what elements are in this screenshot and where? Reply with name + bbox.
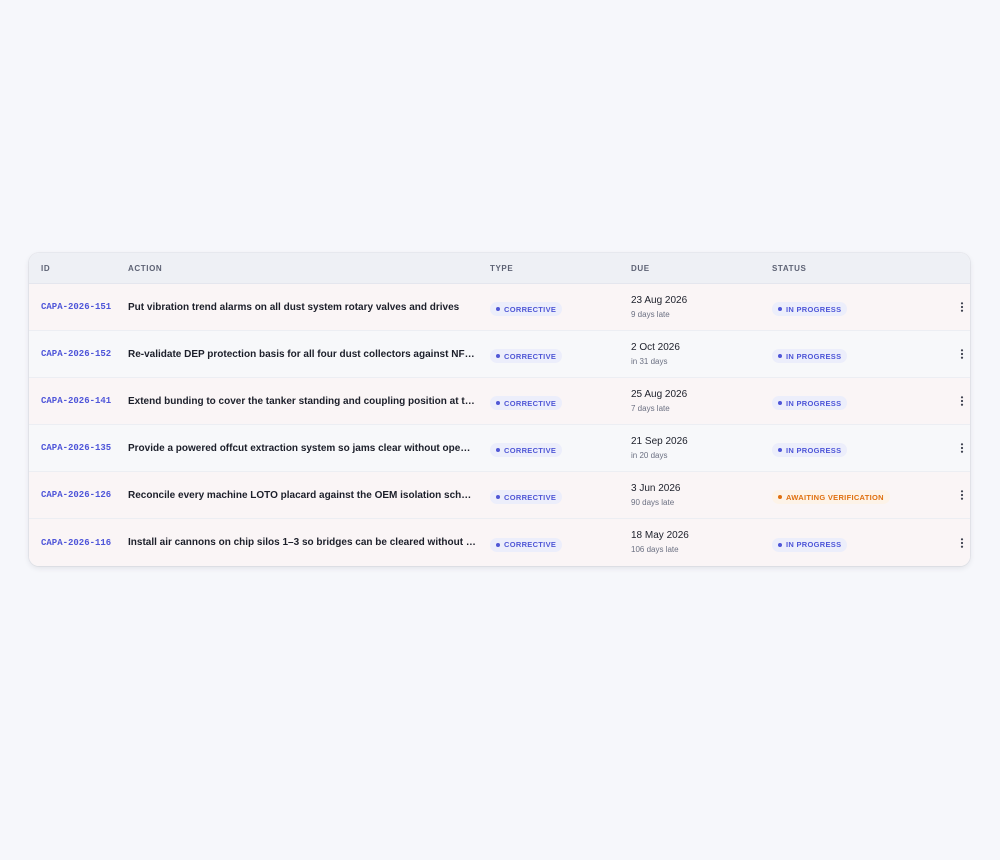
due-date: 23 Aug 2026 <box>631 294 688 306</box>
column-header-id[interactable]: ID <box>41 264 128 273</box>
due-cell: 23 Aug 2026 9 days late <box>631 294 772 321</box>
more-vertical-icon <box>960 396 964 406</box>
action-text: Provide a powered offcut extraction syst… <box>128 442 490 454</box>
due-date: 21 Sep 2026 <box>631 435 688 447</box>
type-badge: CORRECTIVE <box>490 396 563 410</box>
due-date: 25 Aug 2026 <box>631 388 688 400</box>
type-badge: CORRECTIVE <box>490 443 563 457</box>
more-vertical-icon <box>960 349 964 359</box>
due-cell: 2 Oct 2026 in 31 days <box>631 341 772 368</box>
status-label: IN PROGRESS <box>786 445 842 455</box>
column-header-type[interactable]: TYPE <box>490 264 631 273</box>
status-label: IN PROGRESS <box>786 304 842 314</box>
type-dot <box>496 354 500 358</box>
type-dot <box>496 542 500 547</box>
type-badge: CORRECTIVE <box>490 490 563 504</box>
table-row[interactable]: CAPA-2026-141 Extend bunding to cover th… <box>29 378 970 425</box>
status-dot <box>778 495 782 499</box>
type-badge: CORRECTIVE <box>490 349 563 363</box>
type-label: CORRECTIVE <box>504 398 557 408</box>
type-dot <box>496 495 500 499</box>
status-badge: IN PROGRESS <box>772 302 848 316</box>
table-row[interactable]: CAPA-2026-116 Install air cannons on chi… <box>29 519 970 566</box>
type-dot <box>496 401 500 405</box>
row-menu-button[interactable] <box>942 349 970 359</box>
capa-id-link[interactable]: CAPA-2026-152 <box>41 349 128 359</box>
due-note: 106 days late <box>631 545 679 554</box>
capa-id-link[interactable]: CAPA-2026-116 <box>41 538 128 548</box>
action-text: Re-validate DEP protection basis for all… <box>128 348 490 360</box>
type-label: CORRECTIVE <box>504 492 557 502</box>
type-badge: CORRECTIVE <box>490 537 563 552</box>
action-text: Extend bunding to cover the tanker stand… <box>128 395 490 407</box>
row-menu-button[interactable] <box>942 490 970 500</box>
action-text: Put vibration trend alarms on all dust s… <box>128 301 460 313</box>
status-label: IN PROGRESS <box>786 540 842 549</box>
row-menu-button[interactable] <box>942 443 970 453</box>
table-row[interactable]: CAPA-2026-152 Re-validate DEP protection… <box>29 331 970 378</box>
due-cell: 18 May 2026 106 days late <box>631 529 772 556</box>
table-header: ID ACTION TYPE DUE STATUS <box>29 253 970 284</box>
due-note: 7 days late <box>631 403 670 413</box>
status-badge: AWAITING VERIFICATION <box>772 490 890 504</box>
due-cell: 21 Sep 2026 in 20 days <box>631 435 772 462</box>
status-dot <box>778 542 782 547</box>
action-text: Reconcile every machine LOTO placard aga… <box>128 489 490 501</box>
more-vertical-icon <box>960 302 964 312</box>
status-label: IN PROGRESS <box>786 398 842 408</box>
due-note: in 31 days <box>631 356 668 366</box>
status-dot <box>778 354 782 358</box>
due-note: 9 days late <box>631 309 670 319</box>
more-vertical-icon <box>960 490 964 500</box>
status-badge: IN PROGRESS <box>772 537 848 552</box>
capa-id-link[interactable]: CAPA-2026-135 <box>41 443 128 453</box>
column-header-action[interactable]: ACTION <box>128 264 490 273</box>
capa-table: ID ACTION TYPE DUE STATUS CAPA-2026-151 … <box>29 253 970 566</box>
due-cell: 3 Jun 2026 90 days late <box>631 482 772 509</box>
type-badge: CORRECTIVE <box>490 302 563 316</box>
more-vertical-icon <box>960 443 964 453</box>
table-row[interactable]: CAPA-2026-135 Provide a powered offcut e… <box>29 425 970 472</box>
status-dot <box>778 448 782 452</box>
column-header-status[interactable]: STATUS <box>772 264 942 273</box>
action-text: Install air cannons on chip silos 1–3 so… <box>128 537 490 548</box>
status-badge: IN PROGRESS <box>772 396 848 410</box>
row-menu-button[interactable] <box>942 302 970 312</box>
status-badge: IN PROGRESS <box>772 443 848 457</box>
status-badge: IN PROGRESS <box>772 349 848 363</box>
table-row[interactable]: CAPA-2026-151 Put vibration trend alarms… <box>29 284 970 331</box>
due-cell: 25 Aug 2026 7 days late <box>631 388 772 415</box>
row-menu-button[interactable] <box>942 537 970 548</box>
due-date: 2 Oct 2026 <box>631 341 680 353</box>
capa-id-link[interactable]: CAPA-2026-141 <box>41 396 128 406</box>
more-vertical-icon <box>960 537 964 548</box>
type-label: CORRECTIVE <box>504 540 557 549</box>
capa-id-link[interactable]: CAPA-2026-126 <box>41 490 128 500</box>
due-note: 90 days late <box>631 497 675 507</box>
due-date: 18 May 2026 <box>631 530 689 541</box>
status-label: IN PROGRESS <box>786 351 842 361</box>
status-label: AWAITING VERIFICATION <box>786 492 884 502</box>
table-row[interactable]: CAPA-2026-126 Reconcile every machine LO… <box>29 472 970 519</box>
row-menu-button[interactable] <box>942 396 970 406</box>
status-dot <box>778 401 782 405</box>
type-dot <box>496 448 500 452</box>
due-note: in 20 days <box>631 450 668 460</box>
due-date: 3 Jun 2026 <box>631 482 681 494</box>
capa-id-link[interactable]: CAPA-2026-151 <box>41 302 128 312</box>
column-header-due[interactable]: DUE <box>631 264 772 273</box>
type-label: CORRECTIVE <box>504 351 557 361</box>
type-label: CORRECTIVE <box>504 304 557 314</box>
type-label: CORRECTIVE <box>504 445 557 455</box>
status-dot <box>778 307 782 311</box>
type-dot <box>496 307 500 311</box>
